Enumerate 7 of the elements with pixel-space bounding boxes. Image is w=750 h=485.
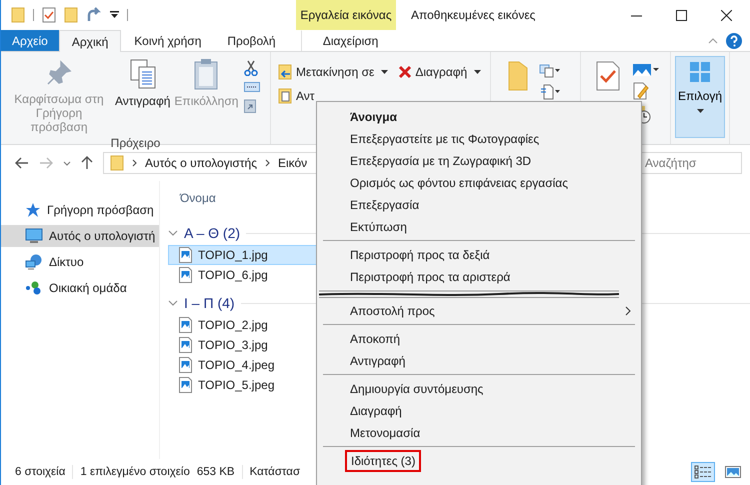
selection-info: 1 επιλεγμένο στοιχείο (80, 466, 190, 478)
selection-size: 653 KB (196, 466, 235, 478)
item-count: 6 στοιχεία (15, 466, 66, 478)
window-title: Αποθηκευμένες εικόνες (411, 8, 536, 22)
contextual-tab-header: Εργαλεία εικόνας (296, 0, 396, 30)
status-text: Κατάστασ (250, 466, 300, 478)
group-label: Πρόχειρο (110, 136, 162, 152)
